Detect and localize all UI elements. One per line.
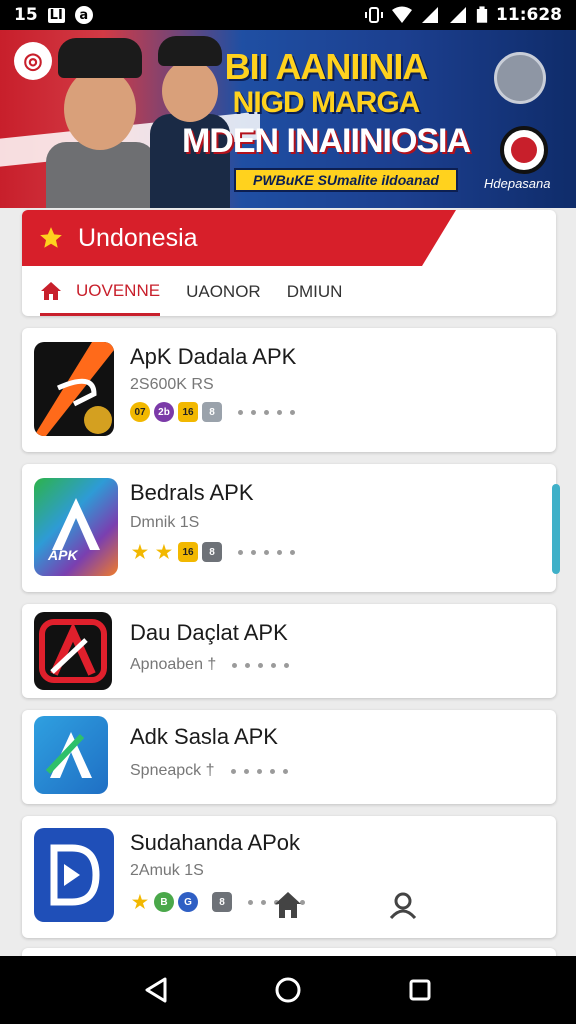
app-size: 2S600K RS xyxy=(130,376,214,393)
app-list-item[interactable]: APK Bedrals APK Dmnik 1S ★ ★ 16 8 xyxy=(22,464,560,592)
app-size: Apnoaben † xyxy=(130,656,217,673)
status-bar: 15 LI a 11:628 xyxy=(0,0,576,30)
nav-home-button[interactable] xyxy=(272,974,304,1006)
tab-second-label: UAONOR xyxy=(186,282,261,301)
star-icon: ★ xyxy=(131,541,149,562)
promo-banner[interactable]: ◎ BII AANIINIA NIGD MARGA MDEN INAIINIOS… xyxy=(0,30,576,208)
home-icon xyxy=(41,281,61,300)
mouse-icon xyxy=(494,52,546,104)
back-triangle-icon xyxy=(145,977,167,1003)
home-circle-icon xyxy=(275,977,301,1003)
wifi-icon xyxy=(392,6,413,23)
category-title-bar: Undonesia xyxy=(22,210,456,266)
more-dots xyxy=(230,768,288,774)
battery-icon xyxy=(476,6,488,23)
status-notification-2: LI xyxy=(47,7,65,23)
status-notification-3: a xyxy=(74,6,93,24)
recents-square-icon xyxy=(409,979,431,1001)
vibrate-icon xyxy=(365,7,384,23)
app-size: Dmnik 1S xyxy=(130,514,200,531)
user-icon[interactable] xyxy=(388,890,418,920)
system-nav-bar xyxy=(0,956,576,1024)
tab-third[interactable]: DMIUN xyxy=(287,268,343,316)
app-icon-2: APK xyxy=(34,478,118,576)
banner-headline-1: BII AANIINIA xyxy=(224,46,429,87)
nav-back-button[interactable] xyxy=(140,974,172,1006)
app-list-item[interactable]: Adk Sasla APK Spneapck † xyxy=(22,710,556,804)
app-list-item[interactable]: Dau Daçlat APK Apnoaben † xyxy=(22,604,556,698)
category-tabs: UOVENNE UAONOR DMIUN xyxy=(22,268,556,316)
more-dots xyxy=(232,662,290,668)
svg-text:APK: APK xyxy=(47,547,78,563)
app-name: ApK Dadala APK xyxy=(130,344,297,369)
app-list-item[interactable]: ApK Dadala APK 2S600K RS 07 2b 16 8 xyxy=(22,328,556,452)
emblem-icon xyxy=(500,126,548,174)
tab-home[interactable]: UOVENNE xyxy=(40,268,161,316)
star-icon: ★ xyxy=(131,891,149,912)
app-meta-row: Spneapck † xyxy=(130,762,288,780)
app-icon-5 xyxy=(34,828,114,922)
tab-third-label: DMIUN xyxy=(286,282,343,301)
app-icon-3 xyxy=(34,612,112,690)
nav-recents-button[interactable] xyxy=(404,974,436,1006)
shield-icon: 8 xyxy=(202,542,222,562)
banner-brand: Hdepasana xyxy=(484,176,551,191)
tab-home-label: UOVENNE xyxy=(76,280,161,300)
app-rating-row: 07 2b 16 8 xyxy=(130,402,295,422)
banner-tagline: PWBuKE SUmalite iIdoanad xyxy=(234,168,458,192)
category-title: Undonesia xyxy=(78,223,198,252)
star-icon xyxy=(40,227,62,248)
app-name: Adk Sasla APK xyxy=(130,724,278,749)
officer-illustration-1 xyxy=(46,34,156,208)
banner-headline-2: NIGD MARGA xyxy=(232,86,421,119)
app-rating-row: ★ ★ 16 8 xyxy=(130,542,295,562)
badge-icon: B xyxy=(154,892,174,912)
app-name: Bedrals APK xyxy=(130,480,254,505)
scroll-edge-indicator xyxy=(552,484,560,574)
app-name: Dau Daçlat APK xyxy=(130,620,288,645)
app-meta-row: Apnoaben † xyxy=(130,656,290,674)
badge-icon: 16 xyxy=(178,542,198,562)
signal-icon xyxy=(422,7,439,23)
app-name: Sudahanda APok xyxy=(130,830,301,855)
app-icon-1 xyxy=(34,342,114,436)
more-dots xyxy=(238,549,295,555)
badge-icon: 16 xyxy=(178,402,198,422)
shield-icon: 8 xyxy=(202,402,222,422)
app-size: Spneapck † xyxy=(130,762,215,779)
signal-icon-2 xyxy=(450,7,467,23)
badge-icon: G xyxy=(178,892,198,912)
status-time: 11:628 xyxy=(496,5,562,25)
tab-second[interactable]: UAONOR xyxy=(186,268,261,316)
shield-icon: 8 xyxy=(212,892,232,912)
more-dots xyxy=(238,409,295,415)
banner-headline-3: MDEN INAIINIOSIA xyxy=(181,122,471,160)
app-icon-4 xyxy=(34,716,108,794)
app-size: 2Amuk 1S xyxy=(130,862,204,879)
category-header: Undonesia UOVENNE UAONOR DMIUN xyxy=(22,210,556,316)
badge-icon: 07 xyxy=(130,402,150,422)
status-notification-1: 15 xyxy=(14,5,38,25)
badge-icon: 2b xyxy=(154,402,174,422)
star-icon: ★ xyxy=(155,541,173,562)
home-icon[interactable] xyxy=(274,890,302,920)
